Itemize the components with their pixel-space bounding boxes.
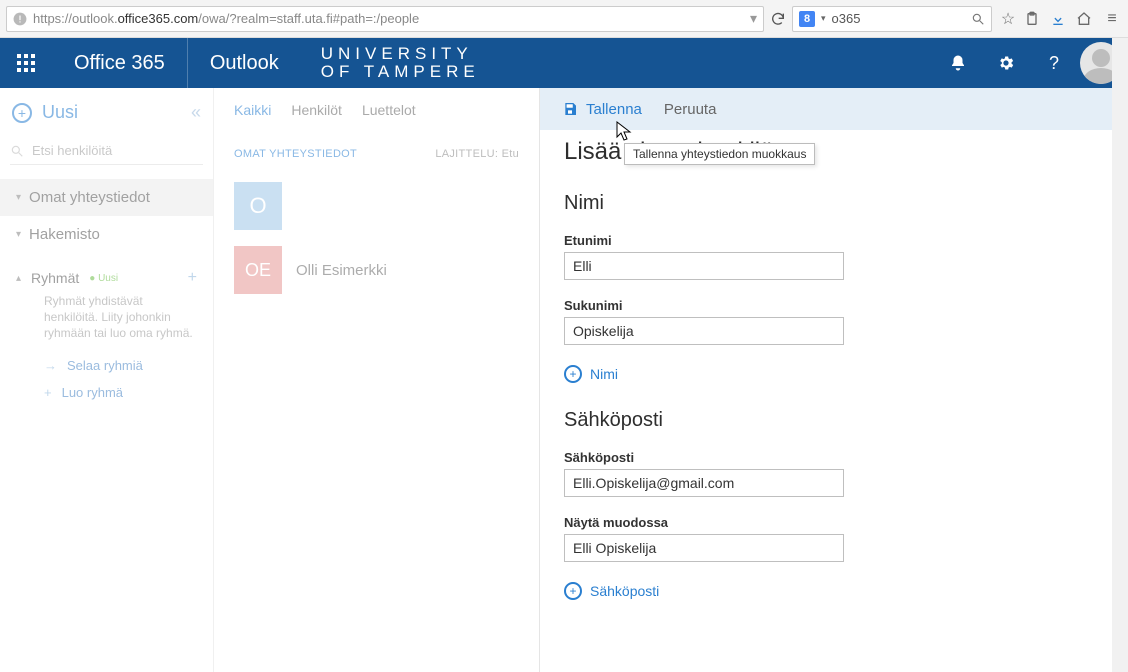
create-group-label: Luo ryhmä <box>62 385 123 400</box>
browser-search[interactable]: 8 ▾ o365 <box>792 6 992 32</box>
org-title-line1: UNIVERSITY <box>321 45 480 63</box>
settings-icon[interactable] <box>982 38 1030 88</box>
label-lastname: Sukunimi <box>564 298 1104 313</box>
download-icon[interactable] <box>1050 11 1070 27</box>
browser-chrome: https://outlook.office365.com/owa/?realm… <box>0 0 1128 38</box>
nav-groups[interactable]: ▴ Ryhmät ● Uusi + <box>0 253 213 289</box>
app-name-outlook[interactable]: Outlook <box>188 38 301 88</box>
home-icon[interactable] <box>1076 11 1096 27</box>
new-contact-button[interactable]: + Uusi « <box>0 98 213 127</box>
security-icon <box>13 12 27 26</box>
search-icon[interactable] <box>971 12 985 26</box>
nav-my-contacts[interactable]: ▾ Omat yhteystiedot <box>0 179 213 216</box>
nav-groups-label: Ryhmät <box>31 270 79 286</box>
plus-icon: + <box>44 385 52 400</box>
collapse-icon[interactable]: « <box>191 102 201 123</box>
section-my-contacts: OMAT YHTEYSTIEDOT <box>234 148 357 160</box>
input-lastname[interactable] <box>564 317 844 345</box>
tab-all[interactable]: Kaikki <box>234 102 271 118</box>
save-button[interactable]: Tallenna <box>562 101 642 118</box>
contact-name-label: Olli Esimerkki <box>296 262 387 279</box>
contact-list-item[interactable]: OE Olli Esimerkki <box>234 246 519 294</box>
editor-toolbar: Tallenna Peruuta <box>540 88 1128 130</box>
chevron-up-icon: ▴ <box>16 273 21 284</box>
bookmark-icon[interactable]: ☆ <box>998 9 1018 29</box>
contact-list-pane: Kaikki Henkilöt Luettelot OMAT YHTEYSTIE… <box>214 88 539 672</box>
plus-circle-icon: + <box>564 365 582 383</box>
nav-directory-label: Hakemisto <box>29 226 100 243</box>
browse-groups-link[interactable]: → Selaa ryhmiä <box>0 352 213 379</box>
scrollbar[interactable] <box>1112 38 1128 672</box>
letter-divider: O <box>234 182 282 230</box>
reader-mode-icon[interactable]: ▾ <box>750 10 757 27</box>
browser-search-text: o365 <box>832 11 965 26</box>
clipboard-icon[interactable] <box>1024 11 1044 27</box>
label-displayas: Näytä muodossa <box>564 515 1104 530</box>
label-firstname: Etunimi <box>564 233 1104 248</box>
create-group-link[interactable]: + Luo ryhmä <box>0 379 213 406</box>
search-people-placeholder: Etsi henkilöitä <box>32 143 112 158</box>
help-icon[interactable]: ? <box>1030 38 1078 88</box>
menu-icon[interactable]: ≡ <box>1102 10 1122 28</box>
add-name-link[interactable]: + Nimi <box>564 365 1104 383</box>
sort-label[interactable]: LAJITTELU: Etu <box>435 148 519 160</box>
browse-groups-label: Selaa ryhmiä <box>67 358 143 373</box>
tab-lists[interactable]: Luettelot <box>362 102 416 118</box>
save-tooltip: Tallenna yhteystiedon muokkaus <box>624 143 815 165</box>
tab-people[interactable]: Henkilöt <box>291 102 342 118</box>
brand-office365[interactable]: Office 365 <box>52 38 187 88</box>
chevron-down-icon: ▾ <box>16 192 21 203</box>
url-bar[interactable]: https://outlook.office365.com/owa/?realm… <box>6 6 764 32</box>
search-icon <box>10 144 24 158</box>
input-displayas[interactable] <box>564 534 844 562</box>
arrow-right-icon: → <box>44 358 57 373</box>
groups-description: Ryhmät yhdistävät henkilöitä. Liity joho… <box>0 289 213 352</box>
org-title: UNIVERSITY OF TAMPERE <box>301 38 934 88</box>
add-group-icon[interactable]: + <box>188 269 197 287</box>
input-firstname[interactable] <box>564 252 844 280</box>
notifications-icon[interactable] <box>934 38 982 88</box>
plus-circle-icon: + <box>12 103 32 123</box>
cancel-button[interactable]: Peruuta <box>664 101 717 118</box>
plus-circle-icon: + <box>564 582 582 600</box>
search-people-input[interactable]: Etsi henkilöitä <box>10 137 203 165</box>
input-email[interactable] <box>564 469 844 497</box>
filter-tabs: Kaikki Henkilöt Luettelot <box>234 102 519 118</box>
save-icon <box>562 101 578 117</box>
nav-directory[interactable]: ▾ Hakemisto <box>0 216 213 253</box>
reload-icon[interactable] <box>770 11 786 27</box>
add-name-label: Nimi <box>590 366 618 382</box>
save-label: Tallenna <box>586 101 642 118</box>
new-badge: ● Uusi <box>89 273 118 284</box>
left-nav: + Uusi « Etsi henkilöitä ▾ Omat yhteysti… <box>0 88 214 672</box>
org-title-line2: OF TAMPERE <box>321 63 480 81</box>
add-email-link[interactable]: + Sähköposti <box>564 582 1104 600</box>
contact-avatar: OE <box>234 246 282 294</box>
chevron-down-icon: ▾ <box>16 229 21 240</box>
chevron-down-icon[interactable]: ▾ <box>821 13 826 24</box>
suite-header: Office 365 Outlook UNIVERSITY OF TAMPERE… <box>0 38 1128 88</box>
new-contact-label: Uusi <box>42 102 78 123</box>
search-provider-icon: 8 <box>799 11 815 27</box>
contact-editor-panel: Tallenna Peruuta Tallenna yhteystiedon m… <box>539 88 1128 672</box>
nav-my-contacts-label: Omat yhteystiedot <box>29 189 150 206</box>
url-text: https://outlook.office365.com/owa/?realm… <box>33 11 744 26</box>
section-name: Nimi <box>564 192 1104 215</box>
label-email: Sähköposti <box>564 450 1104 465</box>
section-email: Sähköposti <box>564 409 1104 432</box>
app-launcher-icon[interactable] <box>0 38 52 88</box>
add-email-label: Sähköposti <box>590 583 659 599</box>
